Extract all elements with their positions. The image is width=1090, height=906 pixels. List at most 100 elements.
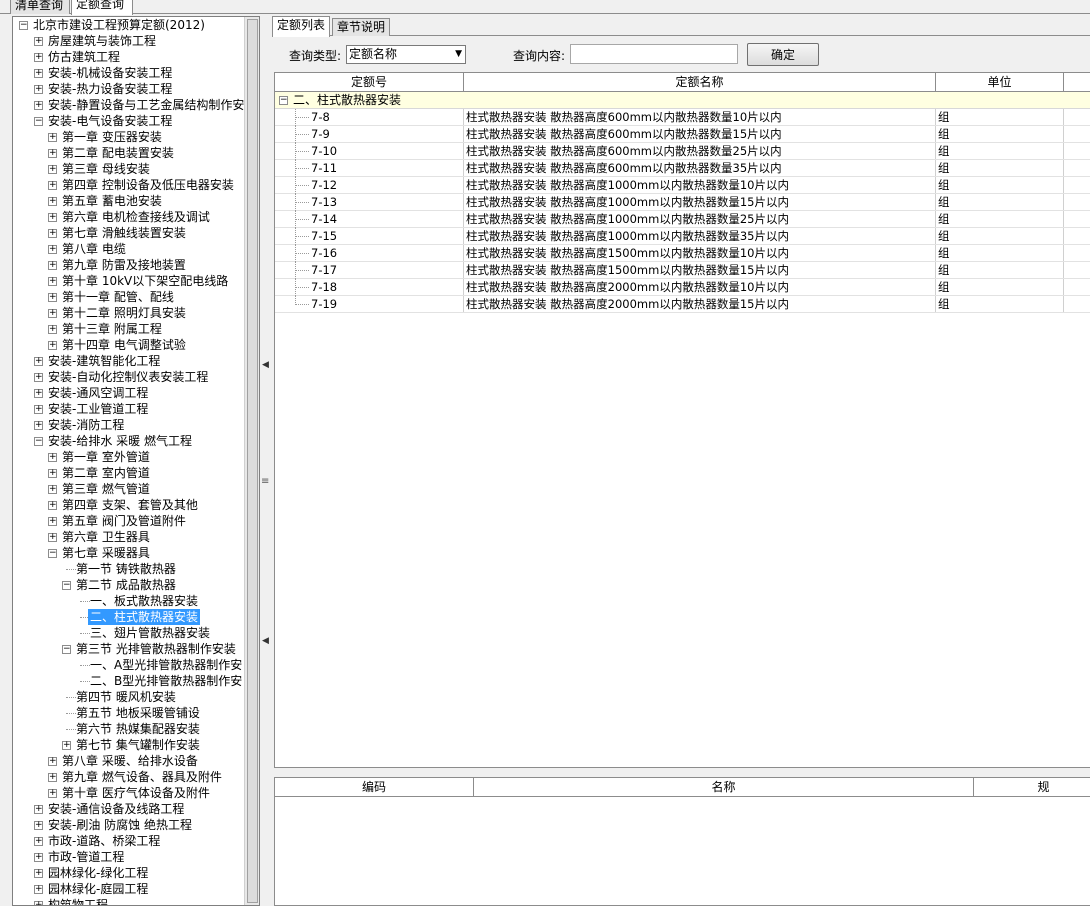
tree-item[interactable]: 第五节 地板采暖管铺设 <box>13 705 245 721</box>
cell-name[interactable]: 柱式散热器安装 散热器高度2000mm以内散热器数量10片以内 <box>464 279 936 295</box>
tree-item[interactable]: 第六节 热媒集配器安装 <box>13 721 245 737</box>
cell-name[interactable]: 柱式散热器安装 散热器高度1000mm以内散热器数量25片以内 <box>464 211 936 227</box>
expand-icon[interactable]: + <box>34 357 43 366</box>
table-row[interactable]: 7-15 柱式散热器安装 散热器高度1000mm以内散热器数量35片以内组 <box>275 228 1090 245</box>
tree-item[interactable]: + 第三章 母线安装 <box>13 161 245 177</box>
expand-icon[interactable]: + <box>34 901 43 905</box>
collapse-icon[interactable]: − <box>48 549 57 558</box>
tab-bill-query[interactable]: 清单查询 <box>10 0 70 14</box>
expand-icon[interactable]: + <box>48 229 57 238</box>
cell-name[interactable]: 柱式散热器安装 散热器高度1000mm以内散热器数量10片以内 <box>464 177 936 193</box>
tree-item[interactable]: − 第二节 成品散热器 <box>13 577 245 593</box>
expand-icon[interactable]: + <box>48 485 57 494</box>
table-row[interactable]: 7-13 柱式散热器安装 散热器高度1000mm以内散热器数量15片以内组 <box>275 194 1090 211</box>
cell-code[interactable]: 7-10 <box>309 143 464 159</box>
cell-unit[interactable]: 组 <box>936 126 1064 142</box>
expand-icon[interactable]: + <box>34 869 43 878</box>
tree-item[interactable]: + 安装-自动化控制仪表安装工程 <box>13 369 245 385</box>
tree-item[interactable]: + 第六章 电机检查接线及调试 <box>13 209 245 225</box>
expand-icon[interactable]: + <box>34 37 43 46</box>
query-type-select[interactable]: 定额名称 ▼ <box>346 45 466 64</box>
cell-name[interactable]: 柱式散热器安装 散热器高度1500mm以内散热器数量10片以内 <box>464 245 936 261</box>
cell-unit[interactable]: 组 <box>936 109 1064 125</box>
cell-name[interactable]: 柱式散热器安装 散热器高度600mm以内散热器数量35片以内 <box>464 160 936 176</box>
expand-icon[interactable]: + <box>34 405 43 414</box>
cell-code[interactable]: 7-9 <box>309 126 464 142</box>
tree-item[interactable]: + 第九章 燃气设备、器具及附件 <box>13 769 245 785</box>
expand-icon[interactable]: + <box>62 741 71 750</box>
expand-icon[interactable]: + <box>48 469 57 478</box>
tree-item[interactable]: − 安装-电气设备安装工程 <box>13 113 245 129</box>
collapse-left-icon[interactable]: ◀ <box>262 360 269 370</box>
collapse-left-icon-2[interactable]: ◀ <box>262 636 269 646</box>
cell-name[interactable]: 柱式散热器安装 散热器高度1000mm以内散热器数量35片以内 <box>464 228 936 244</box>
table-row[interactable]: 7-11 柱式散热器安装 散热器高度600mm以内散热器数量35片以内组 <box>275 160 1090 177</box>
tree-item[interactable]: + 第十章 医疗气体设备及附件 <box>13 785 245 801</box>
tree-item[interactable]: − 安装-给排水 采暖 燃气工程 <box>13 433 245 449</box>
cell-unit[interactable]: 组 <box>936 245 1064 261</box>
expand-icon[interactable]: + <box>48 325 57 334</box>
tree-item[interactable]: + 安装-通风空调工程 <box>13 385 245 401</box>
cell-code[interactable]: 7-17 <box>309 262 464 278</box>
table-row[interactable]: 7-18 柱式散热器安装 散热器高度2000mm以内散热器数量10片以内组 <box>275 279 1090 296</box>
expand-icon[interactable]: + <box>48 149 57 158</box>
tree-item[interactable]: + 安装-消防工程 <box>13 417 245 433</box>
confirm-button[interactable]: 确定 <box>747 43 819 66</box>
tab-chapter-notes[interactable]: 章节说明 <box>332 18 390 36</box>
expand-icon[interactable]: + <box>34 837 43 846</box>
tree-item[interactable]: + 第十章 10kV以下架空配电线路 <box>13 273 245 289</box>
table-row[interactable]: 7-16 柱式散热器安装 散热器高度1500mm以内散热器数量10片以内组 <box>275 245 1090 262</box>
tree-item[interactable]: + 安装-建筑智能化工程 <box>13 353 245 369</box>
tree-item[interactable]: + 第三章 燃气管道 <box>13 481 245 497</box>
expand-icon[interactable]: + <box>34 821 43 830</box>
col-header-resource-code[interactable]: 编码 <box>275 778 474 796</box>
expand-icon[interactable]: + <box>34 53 43 62</box>
tree-item[interactable]: + 第二章 室内管道 <box>13 465 245 481</box>
table-row[interactable]: 7-9 柱式散热器安装 散热器高度600mm以内散热器数量15片以内组 <box>275 126 1090 143</box>
expand-icon[interactable]: + <box>34 389 43 398</box>
tree-item[interactable]: + 第十三章 附属工程 <box>13 321 245 337</box>
panel-splitter[interactable]: ◀ ≡ ◀ <box>261 16 269 906</box>
dropdown-arrow-icon[interactable]: ▼ <box>455 46 462 63</box>
cell-code[interactable]: 7-13 <box>309 194 464 210</box>
cell-unit[interactable]: 组 <box>936 279 1064 295</box>
expand-icon[interactable]: + <box>34 885 43 894</box>
cell-unit[interactable]: 组 <box>936 296 1064 312</box>
cell-name[interactable]: 柱式散热器安装 散热器高度600mm以内散热器数量10片以内 <box>464 109 936 125</box>
expand-icon[interactable]: + <box>48 453 57 462</box>
col-header-resource-name[interactable]: 名称 <box>474 778 974 796</box>
table-row[interactable]: 7-8 柱式散热器安装 散热器高度600mm以内散热器数量10片以内组 <box>275 109 1090 126</box>
collapse-icon[interactable]: − <box>34 117 43 126</box>
cell-name[interactable]: 柱式散热器安装 散热器高度600mm以内散热器数量15片以内 <box>464 126 936 142</box>
tree-item[interactable]: + 安装-刷油 防腐蚀 绝热工程 <box>13 817 245 833</box>
expand-icon[interactable]: + <box>34 101 43 110</box>
tree-item[interactable]: + 第十一章 配管、配线 <box>13 289 245 305</box>
expand-icon[interactable]: + <box>48 133 57 142</box>
expand-icon[interactable]: + <box>34 85 43 94</box>
expand-icon[interactable]: + <box>48 517 57 526</box>
cell-unit[interactable]: 组 <box>936 143 1064 159</box>
tree-item[interactable]: 二、B型光排管散热器制作安 <box>13 673 245 689</box>
tree-item[interactable]: + 第一章 变压器安装 <box>13 129 245 145</box>
collapse-icon[interactable]: − <box>279 96 288 105</box>
collapse-icon[interactable]: − <box>34 437 43 446</box>
tree-item[interactable]: + 第七节 集气罐制作安装 <box>13 737 245 753</box>
cell-unit[interactable]: 组 <box>936 211 1064 227</box>
tree-item[interactable]: + 安装-热力设备安装工程 <box>13 81 245 97</box>
tree-scrollbar-thumb[interactable] <box>247 19 258 903</box>
tree-item[interactable]: + 构筑物工程 <box>13 897 245 905</box>
tree-item[interactable]: + 安装-工业管道工程 <box>13 401 245 417</box>
cell-code[interactable]: 7-8 <box>309 109 464 125</box>
cell-name[interactable]: 柱式散热器安装 散热器高度1500mm以内散热器数量15片以内 <box>464 262 936 278</box>
tree-item[interactable]: − 北京市建设工程预算定额(2012) <box>13 17 245 33</box>
table-row[interactable]: 7-19 柱式散热器安装 散热器高度2000mm以内散热器数量15片以内组 <box>275 296 1090 313</box>
tree-item[interactable]: + 房屋建筑与装饰工程 <box>13 33 245 49</box>
cell-code[interactable]: 7-15 <box>309 228 464 244</box>
group-row[interactable]: − 二、柱式散热器安装 <box>275 92 1090 109</box>
cell-unit[interactable]: 组 <box>936 228 1064 244</box>
tree-item[interactable]: + 第六章 卫生器具 <box>13 529 245 545</box>
expand-icon[interactable]: + <box>48 293 57 302</box>
cell-code[interactable]: 7-14 <box>309 211 464 227</box>
expand-icon[interactable]: + <box>48 261 57 270</box>
tree-item[interactable]: + 第十四章 电气调整试验 <box>13 337 245 353</box>
